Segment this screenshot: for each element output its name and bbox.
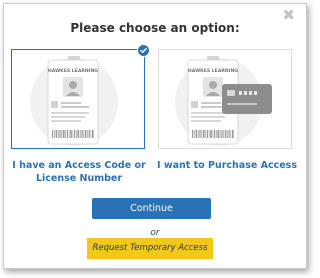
option-purchase-label[interactable]: I want to Purchase Access — [152, 159, 302, 172]
continue-button[interactable]: Continue — [92, 198, 211, 219]
option-access-code-label[interactable]: I have an Access Code or License Number — [4, 159, 154, 185]
badge-text: HAWKES LEARNING — [188, 68, 238, 74]
id-badge-with-credit-card-icon: HAWKES LEARNING — [175, 56, 272, 146]
option-access-code-card[interactable]: HAWKES LEARNING — [11, 44, 150, 149]
credit-card-icon — [222, 84, 272, 114]
choose-option-dialog: ✖ Please choose an option: HAWKES LEARNI… — [3, 3, 307, 269]
option-purchase-card[interactable]: HAWKES LEARNING — [158, 49, 292, 149]
badge-text: HAWKES LEARNING — [48, 68, 98, 74]
dialog-title: Please choose an option: — [70, 21, 240, 35]
id-badge-icon: HAWKES LEARNING — [30, 56, 118, 146]
request-temporary-access-button[interactable]: Request Temporary Access — [87, 238, 213, 259]
or-separator: or — [150, 228, 160, 238]
